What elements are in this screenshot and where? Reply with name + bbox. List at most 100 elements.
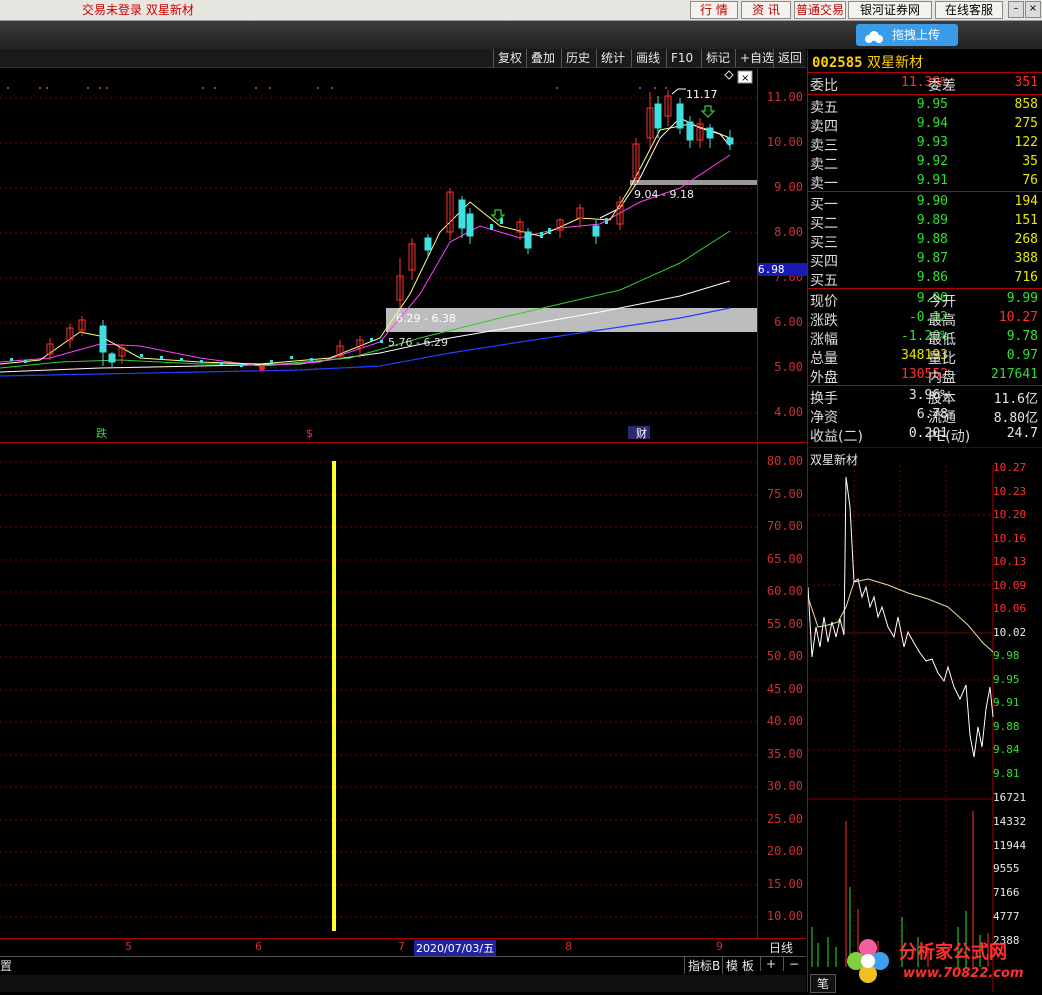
buy-row[interactable]: 买四 9.87 388 bbox=[810, 251, 1040, 270]
broker-site-button[interactable]: 银河证券网 bbox=[848, 1, 932, 19]
weicha-value: 351 bbox=[1014, 75, 1038, 90]
fund-label: 收益(二) bbox=[810, 429, 863, 445]
indicator-b-button[interactable]: 指标B bbox=[684, 957, 723, 974]
weibi-label: 委比 bbox=[810, 78, 838, 94]
buy-row[interactable]: 买三 9.88 268 bbox=[810, 232, 1040, 251]
tick-tab[interactable]: 笔 bbox=[810, 974, 837, 993]
flower-logo-icon bbox=[847, 939, 889, 983]
sell-row[interactable]: 卖五 9.95 858 bbox=[810, 97, 1040, 116]
upload-label: 拖拽上传 bbox=[892, 28, 941, 42]
toolbar-f10[interactable]: F10 bbox=[666, 49, 697, 67]
minimize-icon[interactable]: – bbox=[1008, 1, 1024, 18]
close-icon[interactable]: × bbox=[1025, 1, 1041, 18]
toolbar-back[interactable]: 返回 bbox=[773, 49, 806, 67]
x-tick: 7 bbox=[398, 940, 405, 953]
intraday-price-tick: 9.95 bbox=[993, 672, 1020, 686]
stat-label: 今开 bbox=[928, 294, 956, 310]
intraday-price-tick: 10.20 bbox=[993, 508, 1027, 521]
toolbar-add-watchlist[interactable]: +自选 bbox=[735, 49, 778, 67]
intraday-price-tick: 10.13 bbox=[993, 555, 1027, 568]
sell-label: 卖三 bbox=[810, 138, 838, 154]
toolbar-history[interactable]: 历史 bbox=[561, 49, 594, 67]
high-label: 11.17 bbox=[686, 88, 718, 101]
buy-label: 买三 bbox=[810, 235, 838, 251]
sell-row[interactable]: 卖二 9.92 35 bbox=[810, 154, 1040, 173]
sell-price: 9.93 bbox=[916, 135, 948, 150]
online-service-button[interactable]: 在线客服 bbox=[935, 1, 1003, 19]
sell-volume: 35 bbox=[1022, 154, 1038, 169]
toolbar-fuquan[interactable]: 复权 bbox=[493, 49, 526, 67]
y-tick: 60.00 bbox=[766, 584, 803, 598]
trade-button[interactable]: 普通交易 bbox=[794, 1, 846, 19]
fund-label: PE(动) bbox=[928, 429, 971, 445]
stat-label: 现价 bbox=[810, 294, 838, 310]
sell-label: 卖四 bbox=[810, 119, 838, 135]
stat-value: 0.97 bbox=[1006, 348, 1038, 363]
news-button[interactable]: 资 讯 bbox=[741, 1, 791, 19]
intraday-price-tick: 9.88 bbox=[993, 719, 1020, 733]
y-tick: 6.00 bbox=[774, 315, 803, 329]
cloud-icon bbox=[862, 29, 884, 43]
y-tick: 70.00 bbox=[766, 519, 803, 533]
toolbar-draw[interactable]: 画线 bbox=[631, 49, 664, 67]
divider bbox=[808, 94, 1042, 95]
intraday-price-tick: 10.16 bbox=[993, 531, 1027, 545]
sell-row[interactable]: 卖四 9.94 275 bbox=[810, 116, 1040, 135]
stat-value: 10.27 bbox=[998, 310, 1038, 325]
upload-button[interactable]: 拖拽上传 bbox=[856, 24, 958, 46]
intraday-price-tick: 9.84 bbox=[993, 743, 1020, 756]
stock-name: 双星新材 bbox=[867, 55, 924, 71]
buy-label: 买五 bbox=[810, 273, 838, 289]
indicator-svg bbox=[0, 461, 757, 931]
fundamental-row: 收益(二) 0.201 PE(动) 24.7 bbox=[810, 426, 1040, 445]
buy-price: 9.87 bbox=[916, 251, 948, 266]
bottom-left-label[interactable]: 置 bbox=[0, 957, 12, 974]
buy-label: 买四 bbox=[810, 254, 838, 270]
y-tick: 75.00 bbox=[766, 487, 803, 501]
intraday-price-tick: 9.91 bbox=[993, 696, 1020, 709]
indicator-chart[interactable] bbox=[0, 442, 757, 939]
fund-label: 净资 bbox=[810, 410, 838, 426]
stat-label: 量比 bbox=[928, 351, 956, 367]
sell-row[interactable]: 卖三 9.93 122 bbox=[810, 135, 1040, 154]
fundamental-row: 净资 6.78 流通 8.80亿 bbox=[810, 407, 1040, 426]
stat-row: 涨跌 -0.12 最高 10.27 bbox=[810, 310, 1040, 329]
buy-price: 9.86 bbox=[916, 270, 948, 285]
sell-label: 卖五 bbox=[810, 100, 838, 116]
template-button[interactable]: 模 板 bbox=[722, 957, 757, 974]
toolbar-stats[interactable]: 统计 bbox=[596, 49, 629, 67]
toolbar-overlay[interactable]: 叠加 bbox=[526, 49, 559, 67]
buy-row[interactable]: 买五 9.86 716 bbox=[810, 270, 1040, 289]
intraday-price-tick: 10.23 bbox=[993, 484, 1027, 498]
stat-label: 内盘 bbox=[928, 370, 956, 386]
y-tick: 11.00 bbox=[766, 90, 803, 104]
stat-label: 最低 bbox=[928, 332, 956, 348]
y-tick: 20.00 bbox=[766, 844, 803, 858]
y-tick: 4.00 bbox=[774, 405, 803, 419]
buy-price: 9.88 bbox=[916, 232, 948, 247]
fund-value: 8.80亿 bbox=[993, 411, 1038, 426]
buy-row[interactable]: 买二 9.89 151 bbox=[810, 213, 1040, 232]
intraday-price-tick: 10.09 bbox=[993, 578, 1027, 592]
intraday-volume-tick: 9555 bbox=[993, 862, 1020, 876]
kline-chart[interactable]: × 11.17 9.04 - 9.18 6.29 - 6.38 5.76 - 6… bbox=[0, 68, 757, 440]
indicator-bar bbox=[332, 461, 336, 931]
zoom-out-button[interactable]: − bbox=[783, 957, 804, 971]
intraday-title: 双星新材 bbox=[810, 453, 859, 467]
zoom-in-button[interactable]: + bbox=[760, 957, 781, 971]
period-selector[interactable]: 日线 bbox=[758, 939, 804, 955]
x-tick: 5 bbox=[125, 940, 132, 953]
box-label-1: 9.04 - 9.18 bbox=[634, 188, 694, 201]
quotes-button[interactable]: 行 情 bbox=[690, 1, 738, 19]
y-tick: 10.00 bbox=[766, 135, 803, 149]
buy-volume: 194 bbox=[1014, 194, 1038, 209]
y-tick: 5.00 bbox=[774, 360, 803, 374]
buy-label: 买二 bbox=[810, 216, 838, 232]
y-tick: 9.00 bbox=[774, 180, 803, 194]
toolbar-mark[interactable]: 标记 bbox=[701, 49, 734, 67]
x-tick: 8 bbox=[565, 940, 572, 953]
sell-row[interactable]: 卖一 9.91 76 bbox=[810, 173, 1040, 192]
buy-row[interactable]: 买一 9.90 194 bbox=[810, 194, 1040, 213]
sell-price: 9.95 bbox=[916, 97, 948, 112]
y-tick: 15.00 bbox=[766, 877, 803, 891]
